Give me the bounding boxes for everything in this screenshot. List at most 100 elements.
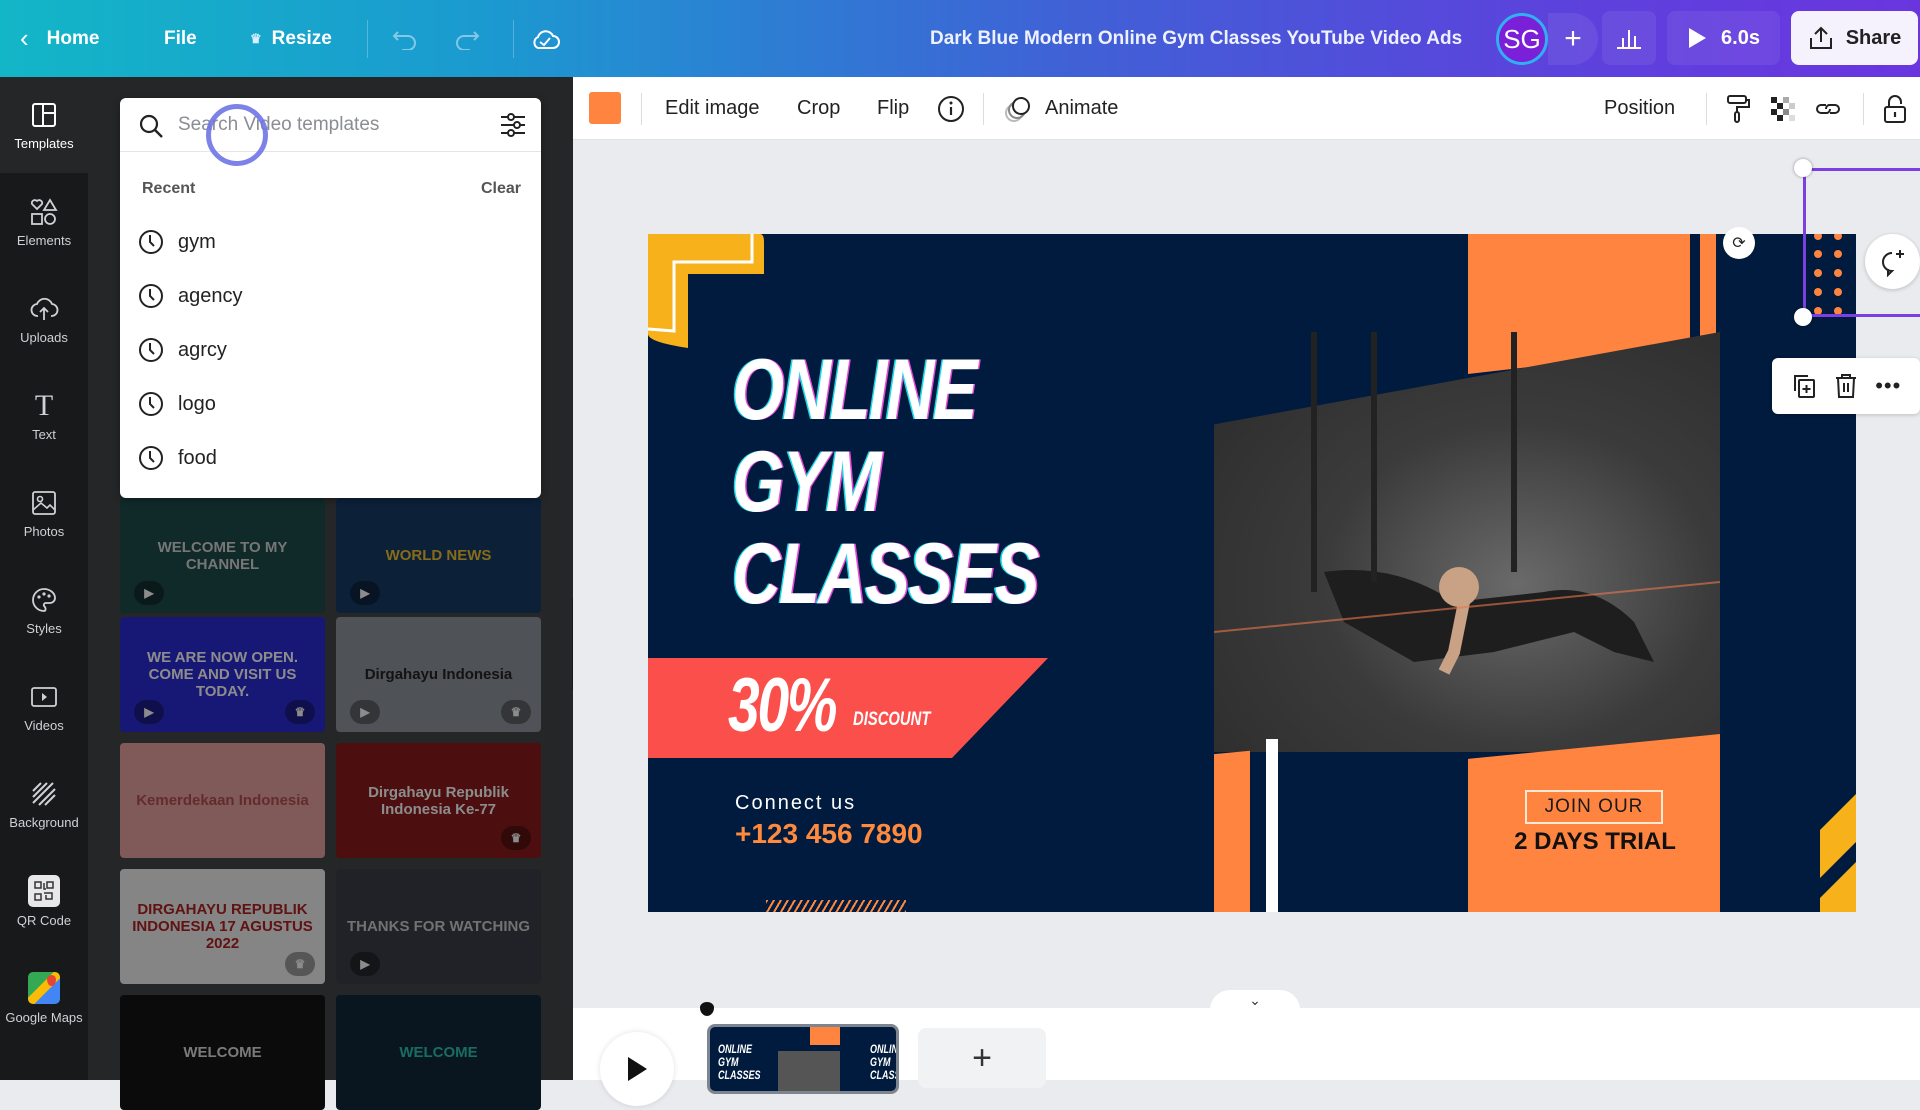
- template-thumbnail[interactable]: WELCOME: [336, 995, 541, 1110]
- connect-label[interactable]: Connect us: [735, 792, 856, 815]
- add-collaborator-button[interactable]: +: [1548, 13, 1598, 65]
- play-icon: [1689, 28, 1707, 48]
- rail-item-qr-code[interactable]: QR Code: [0, 853, 88, 949]
- link-button[interactable]: [1813, 77, 1843, 140]
- rail-item-background[interactable]: Background: [0, 756, 88, 852]
- resize-button[interactable]: ♛ Resize: [250, 0, 332, 77]
- transparency-icon: [1771, 96, 1795, 121]
- info-button[interactable]: [937, 77, 965, 140]
- recent-search-item[interactable]: food: [138, 434, 523, 482]
- flip-button[interactable]: Flip: [877, 77, 909, 140]
- copy-style-button[interactable]: [1725, 77, 1751, 140]
- replace-button[interactable]: ⟳: [1723, 227, 1755, 259]
- template-thumbnail[interactable]: THANKS FOR WATCHING ▶: [336, 869, 541, 984]
- clear-recent-button[interactable]: Clear: [481, 180, 521, 198]
- hide-timeline-button[interactable]: ⌄: [1210, 990, 1300, 1010]
- add-comment-button[interactable]: [1865, 234, 1920, 289]
- discount-percent[interactable]: 30%: [728, 662, 838, 749]
- template-thumbnail[interactable]: WE ARE NOW OPEN. COME AND VISIT US TODAY…: [120, 617, 325, 732]
- crown-icon: ♛: [285, 700, 315, 724]
- template-title: WELCOME: [399, 1044, 478, 1061]
- phone-number[interactable]: +123 456 7890: [735, 818, 923, 850]
- recent-search-item[interactable]: gym: [138, 218, 523, 266]
- plus-icon: +: [1564, 22, 1582, 55]
- recent-search-item[interactable]: agrcy: [138, 326, 523, 374]
- more-options-icon[interactable]: •••: [1875, 373, 1901, 399]
- search-input[interactable]: [178, 108, 478, 142]
- resize-handle[interactable]: [1794, 159, 1812, 177]
- edit-image-button[interactable]: Edit image: [665, 77, 760, 140]
- avatar[interactable]: SG: [1496, 13, 1548, 65]
- join-our-label[interactable]: JOIN OUR: [1525, 790, 1663, 824]
- crop-button[interactable]: Crop: [797, 77, 840, 140]
- thumb-headline-next: ONLINE GYM CLASSES: [870, 1042, 899, 1082]
- lock-button[interactable]: [1883, 77, 1907, 140]
- rail-item-uploads[interactable]: Uploads: [0, 271, 88, 367]
- template-thumbnail[interactable]: Dirgahayu Indonesia ▶ ♛: [336, 617, 541, 732]
- template-thumbnail[interactable]: DIRGAHAYU REPUBLIK INDONESIA 17 AGUSTUS …: [120, 869, 325, 984]
- resize-handle[interactable]: [1794, 308, 1812, 326]
- recent-search-item[interactable]: agency: [138, 272, 523, 320]
- position-button[interactable]: Position: [1604, 77, 1675, 140]
- unlock-icon: [1884, 94, 1906, 123]
- scene-thumbnail[interactable]: ONLINE GYM CLASSES ONLINE GYM CLASSES: [707, 1024, 899, 1094]
- template-thumbnail[interactable]: WELCOME: [120, 995, 325, 1110]
- color-swatch[interactable]: [589, 92, 621, 124]
- headline-text[interactable]: ONLINE GYM CLASSES: [732, 344, 1039, 620]
- filter-icon[interactable]: [499, 112, 527, 138]
- rail-item-elements[interactable]: Elements: [0, 174, 88, 270]
- thumb-orange: [810, 1027, 840, 1045]
- chevron-left-icon: ‹: [20, 23, 29, 53]
- divider: [1863, 93, 1864, 125]
- undo-icon: [392, 31, 416, 50]
- undo-button[interactable]: [388, 22, 422, 56]
- photo-icon: [29, 488, 59, 518]
- timeline-play-button[interactable]: [600, 1032, 674, 1106]
- clock-icon: [139, 392, 163, 416]
- orange-bottom-stripe: [1214, 750, 1250, 912]
- rail-item-templates[interactable]: Templates: [0, 77, 88, 173]
- google-maps-icon: [28, 971, 60, 1004]
- animate-button[interactable]: Animate: [1003, 77, 1118, 140]
- discount-word[interactable]: DISCOUNT: [853, 709, 930, 731]
- recent-search-item[interactable]: logo: [138, 380, 523, 428]
- document-title[interactable]: Dark Blue Modern Online Gym Classes YouT…: [930, 0, 1462, 77]
- recent-search-label: food: [178, 446, 217, 469]
- template-thumbnail[interactable]: Dirgahayu Republik Indonesia Ke-77 ♛: [336, 743, 541, 858]
- trial-label[interactable]: 2 DAYS TRIAL: [1507, 828, 1683, 856]
- insights-button[interactable]: [1602, 11, 1656, 65]
- transparency-button[interactable]: [1769, 77, 1797, 140]
- play-icon: ▶: [350, 700, 380, 724]
- rail-item-videos[interactable]: Videos: [0, 659, 88, 755]
- share-button[interactable]: Share: [1791, 11, 1918, 65]
- play-preview-button[interactable]: 6.0s: [1667, 11, 1780, 65]
- search-bar: [120, 98, 541, 166]
- template-title: Dirgahayu Republik Indonesia Ke-77: [368, 783, 509, 818]
- rail-item-text[interactable]: T Text: [0, 368, 88, 464]
- template-title: Kemerdekaan Indonesia: [136, 792, 309, 809]
- redo-button[interactable]: [450, 22, 484, 56]
- file-menu[interactable]: File: [164, 0, 197, 77]
- divider: [367, 20, 368, 58]
- save-status-button[interactable]: [528, 22, 562, 56]
- chevron-down-icon: ⌄: [1249, 991, 1261, 1008]
- play-icon: ▶: [350, 581, 380, 605]
- play-icon: ▶: [134, 700, 164, 724]
- white-stripe: [1266, 739, 1278, 912]
- duplicate-icon[interactable]: [1791, 373, 1817, 399]
- rail-item-google-maps[interactable]: Google Maps: [0, 950, 88, 1046]
- trash-icon[interactable]: [1834, 373, 1858, 399]
- template-thumbnail[interactable]: Kemerdekaan Indonesia: [120, 743, 325, 858]
- home-button[interactable]: ‹ Home: [20, 0, 99, 77]
- rail-item-styles[interactable]: Styles: [0, 562, 88, 658]
- crown-icon: ♛: [250, 30, 262, 46]
- template-title: WORLD NEWS: [385, 547, 492, 564]
- pushup-figure: [1214, 332, 1720, 675]
- rail-item-photos[interactable]: Photos: [0, 465, 88, 561]
- design-canvas[interactable]: ONLINE GYM CLASSES 30% DISCOUNT Connect …: [648, 234, 1856, 912]
- hatch-decoration: [766, 900, 906, 912]
- crown-icon: ♛: [285, 952, 315, 976]
- template-thumbnail[interactable]: WELCOME TO MY CHANNEL ▶: [120, 498, 325, 613]
- add-scene-button[interactable]: +: [918, 1028, 1046, 1088]
- template-thumbnail[interactable]: WORLD NEWS ▶: [336, 498, 541, 613]
